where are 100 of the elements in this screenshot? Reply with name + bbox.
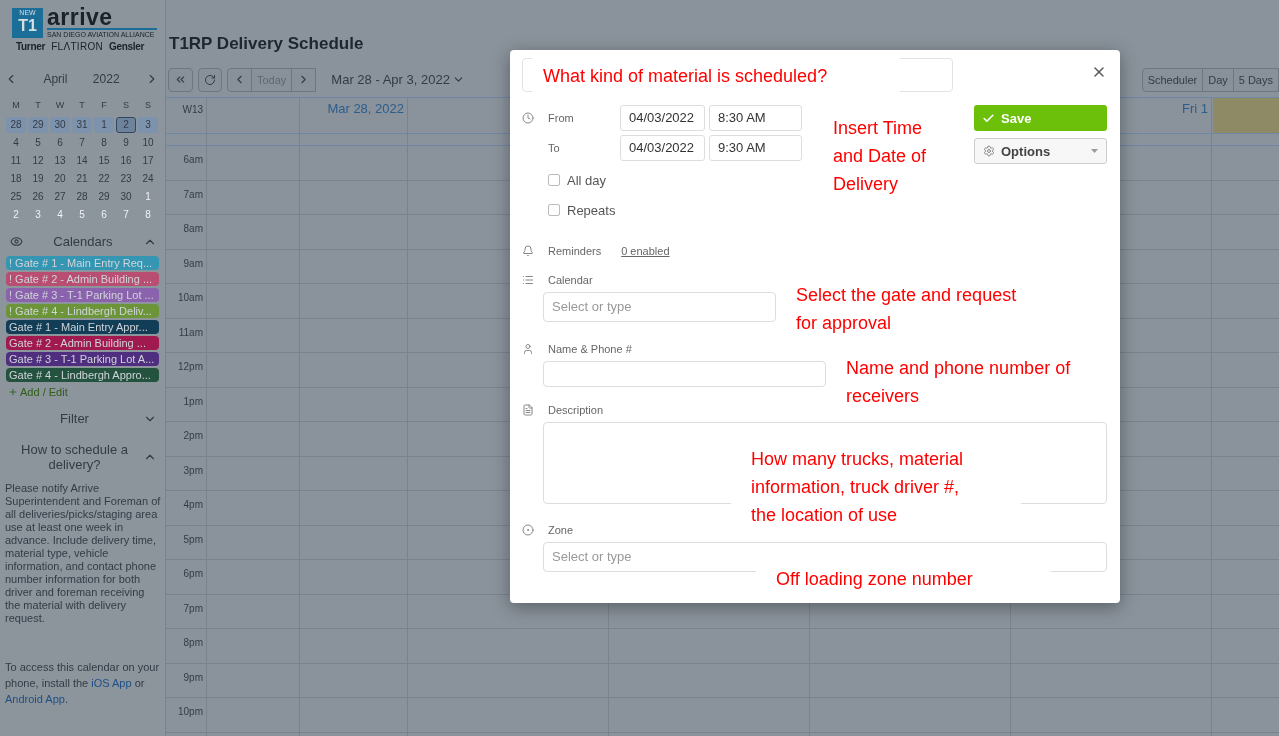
time-field[interactable]: 9:30 AM bbox=[709, 135, 802, 161]
hour-label: 5pm bbox=[183, 533, 203, 545]
radio-icon bbox=[522, 524, 534, 536]
calendar-select[interactable]: Select or type bbox=[543, 292, 776, 322]
calendar-day[interactable]: 17 bbox=[138, 153, 158, 169]
calendar-day[interactable]: 7 bbox=[72, 135, 92, 151]
calendar-day[interactable]: 10 bbox=[138, 135, 158, 151]
calendar-day[interactable]: 27 bbox=[50, 189, 70, 205]
view-tab[interactable]: Scheduler bbox=[1141, 67, 1204, 92]
calendar-day[interactable]: 29 bbox=[28, 117, 48, 133]
previous-button[interactable] bbox=[227, 67, 252, 92]
calendar-day[interactable]: 18 bbox=[6, 171, 26, 187]
section-title[interactable]: Filter bbox=[10, 411, 139, 426]
year-label[interactable]: 2022 bbox=[92, 72, 120, 86]
next-button[interactable] bbox=[291, 67, 317, 92]
checkbox-label[interactable]: All day bbox=[567, 172, 607, 188]
calendar-day[interactable]: 6 bbox=[94, 207, 114, 223]
partner-name: FLΛTIRON bbox=[51, 41, 103, 52]
calendar-day[interactable]: 8 bbox=[94, 135, 114, 151]
calendar-day[interactable]: 3 bbox=[28, 207, 48, 223]
calendar-day[interactable]: 30 bbox=[116, 189, 136, 205]
zone-select[interactable]: Select or type bbox=[543, 542, 1107, 572]
document-icon bbox=[522, 404, 534, 416]
calendar-day[interactable]: 29 bbox=[94, 189, 114, 205]
calendar-day[interactable]: 6 bbox=[50, 135, 70, 151]
field-label: Name & Phone # bbox=[547, 343, 632, 355]
weekday-label: W bbox=[54, 99, 66, 112]
calendar-day[interactable]: 25 bbox=[6, 189, 26, 205]
calendar-day[interactable]: 8 bbox=[138, 207, 158, 223]
weekday-label: T bbox=[78, 99, 86, 112]
calendar-day[interactable]: 12 bbox=[28, 153, 48, 169]
calendar-day[interactable]: 5 bbox=[28, 135, 48, 151]
calendar-day[interactable]: 31 bbox=[72, 117, 92, 133]
save-button[interactable]: Save bbox=[974, 105, 1107, 131]
checkbox-label[interactable]: Repeats bbox=[567, 202, 616, 218]
time-field[interactable]: 8:30 AM bbox=[709, 105, 802, 131]
section-title[interactable]: Calendars bbox=[27, 234, 139, 249]
calendar-tag[interactable]: Gate # 1 - Main Entry Appr... bbox=[6, 320, 159, 334]
calendar-day[interactable]: 9 bbox=[116, 135, 136, 151]
add-edit-link[interactable]: Add / Edit bbox=[0, 383, 165, 401]
calendar-day[interactable]: 3 bbox=[138, 117, 158, 133]
calendar-day[interactable]: 26 bbox=[28, 189, 48, 205]
plus-icon bbox=[8, 387, 18, 397]
logo-badge-text: T1 bbox=[18, 17, 37, 35]
field-label: Reminders bbox=[547, 245, 602, 257]
calendar-tag[interactable]: ! Gate # 2 - Admin Building ... bbox=[6, 272, 159, 286]
checkbox[interactable] bbox=[548, 204, 560, 216]
calendar-tag[interactable]: Gate # 4 - Lindbergh Appro... bbox=[6, 368, 159, 382]
date-field[interactable]: 04/03/2022 bbox=[620, 135, 705, 161]
checkbox[interactable] bbox=[548, 174, 560, 186]
view-tab[interactable]: Day bbox=[1202, 67, 1234, 92]
calendar-day[interactable]: 1 bbox=[138, 189, 158, 205]
calendar-tag[interactable]: ! Gate # 3 - T-1 Parking Lot ... bbox=[6, 288, 159, 302]
calendar-tag[interactable]: Gate # 3 - T-1 Parking Lot A... bbox=[6, 352, 159, 366]
calendar-day[interactable]: 2 bbox=[6, 207, 26, 223]
calendar-day[interactable]: 30 bbox=[50, 117, 70, 133]
calendar-day[interactable]: 13 bbox=[50, 153, 70, 169]
app-link[interactable]: Android App bbox=[5, 693, 65, 705]
calendar-day[interactable]: 20 bbox=[50, 171, 70, 187]
app-link[interactable]: iOS App bbox=[91, 677, 132, 689]
hour-label: 6am bbox=[183, 154, 203, 165]
calendar-tag[interactable]: ! Gate # 1 - Main Entry Req... bbox=[6, 256, 159, 270]
calendar-tag[interactable]: Gate # 2 - Admin Building ... bbox=[6, 336, 159, 350]
hour-label: 8pm bbox=[183, 637, 203, 648]
calendar-tag[interactable]: ! Gate # 4 - Lindbergh Deliv... bbox=[6, 304, 159, 318]
calendar-day[interactable]: 4 bbox=[50, 207, 70, 223]
calendar-day[interactable]: 4 bbox=[6, 135, 26, 151]
calendar-day[interactable]: 23 bbox=[116, 171, 136, 187]
calendar-day[interactable]: 24 bbox=[138, 171, 158, 187]
month-label[interactable]: April bbox=[43, 72, 68, 86]
page-title: T1RP Delivery Schedule bbox=[169, 34, 365, 54]
collapse-button[interactable] bbox=[168, 67, 193, 92]
calendar-day[interactable]: 19 bbox=[28, 171, 48, 187]
weekday-label: M bbox=[11, 99, 21, 112]
name-phone-field[interactable] bbox=[543, 361, 826, 387]
refresh-button[interactable] bbox=[198, 67, 222, 92]
calendar-day[interactable]: 2 bbox=[116, 117, 136, 133]
calendar-day[interactable]: 28 bbox=[72, 189, 92, 205]
hour-label: 12pm bbox=[178, 361, 203, 372]
options-button[interactable]: Options bbox=[974, 138, 1107, 164]
section-title[interactable]: How to schedule a delivery? bbox=[10, 442, 139, 472]
calendar-day[interactable]: 7 bbox=[116, 207, 136, 223]
partner-name: Turner bbox=[16, 41, 46, 52]
calendar-day[interactable]: 21 bbox=[72, 171, 92, 187]
calendar-day[interactable]: 15 bbox=[94, 153, 114, 169]
calendar-day[interactable]: 11 bbox=[6, 153, 26, 169]
calendar-day[interactable]: 1 bbox=[94, 117, 114, 133]
partner-name: Gensler bbox=[109, 41, 145, 52]
calendar-day[interactable]: 14 bbox=[72, 153, 92, 169]
calendar-day[interactable]: 16 bbox=[116, 153, 136, 169]
weekday-label: F bbox=[100, 99, 108, 112]
eye-icon[interactable] bbox=[10, 235, 23, 248]
calendar-day[interactable]: 28 bbox=[6, 117, 26, 133]
logo-name: arrive bbox=[47, 8, 114, 27]
date-range-button[interactable]: Mar 28 - Apr 3, 2022 bbox=[325, 71, 471, 88]
view-tab[interactable]: 5 Days bbox=[1232, 67, 1279, 92]
reminders-link[interactable]: 0 enabled bbox=[621, 245, 670, 257]
date-field[interactable]: 04/03/2022 bbox=[620, 105, 705, 131]
calendar-day[interactable]: 22 bbox=[94, 171, 114, 187]
calendar-day[interactable]: 5 bbox=[72, 207, 92, 223]
